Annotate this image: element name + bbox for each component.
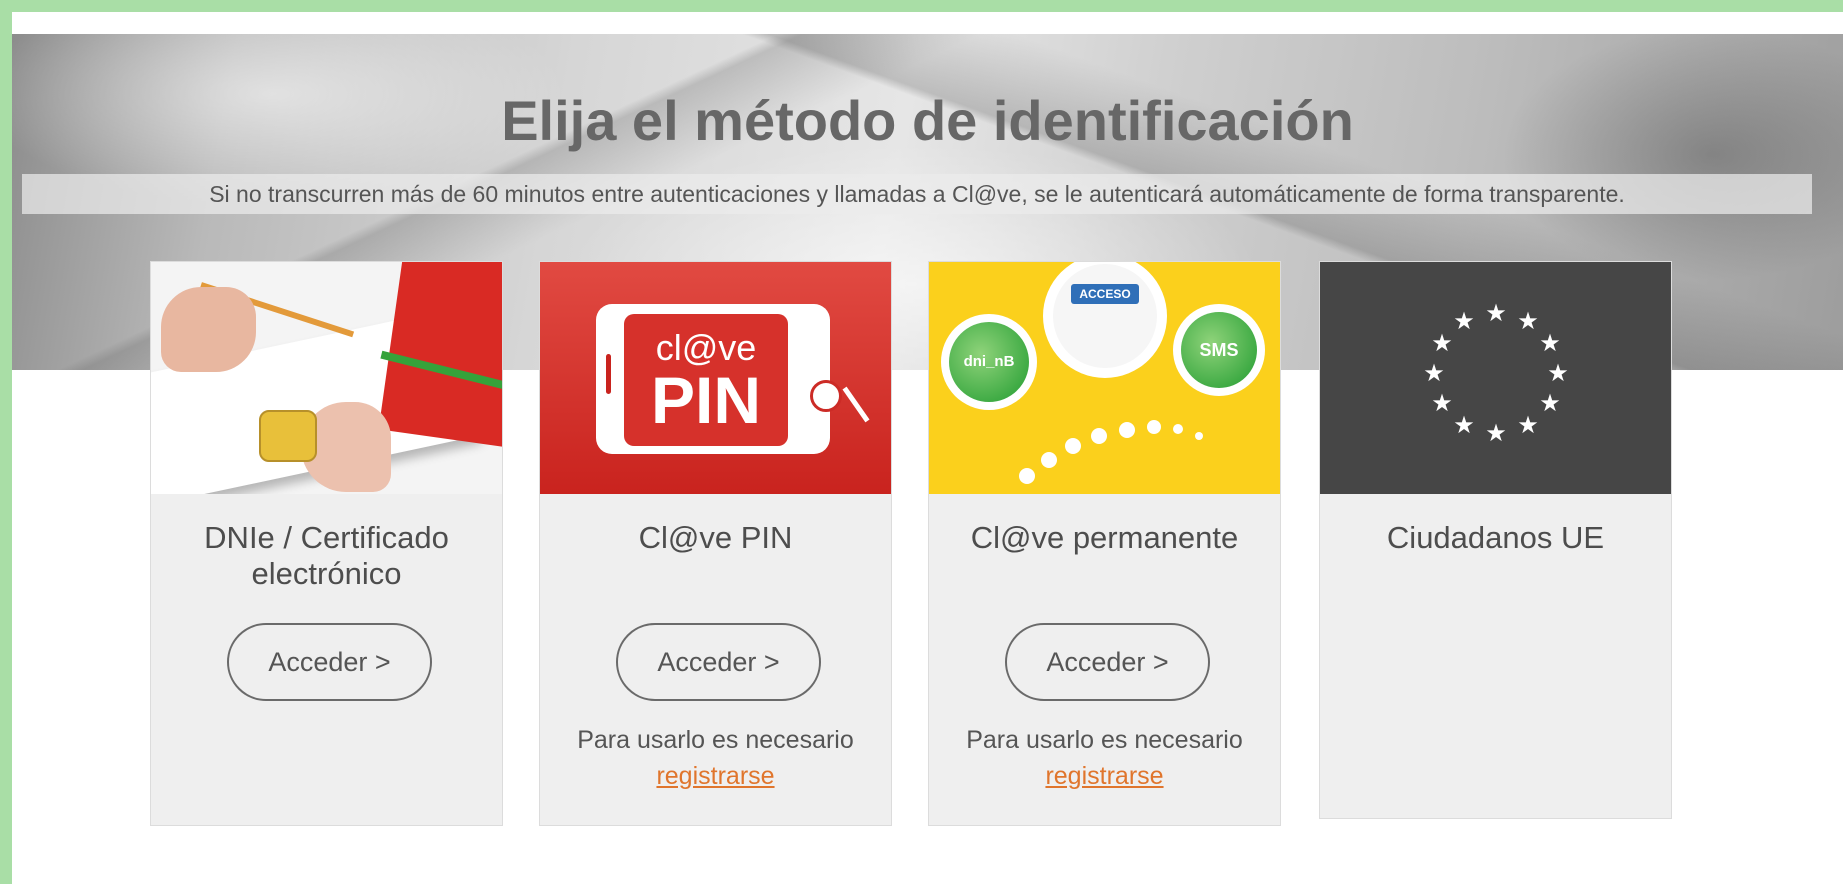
clave-pin-acceder-button[interactable]: Acceder > <box>616 623 821 701</box>
card-title: DNIe / Certificado electrónico <box>204 520 449 591</box>
register-note-text: Para usarlo es necesario <box>966 726 1243 754</box>
clave-pin-image: cl@ve PIN <box>540 262 891 494</box>
card-dnie: DNIe / Certificado electrónico Acceder > <box>150 261 503 826</box>
register-note: Para usarlo es necesario registrarse <box>929 722 1280 794</box>
eu-star-icon: ★ <box>1517 308 1539 335</box>
card-title: Cl@ve permanente <box>970 520 1239 555</box>
eu-star-icon: ★ <box>1547 360 1569 387</box>
eu-star-icon: ★ <box>1423 360 1445 387</box>
eu-star-icon: ★ <box>1539 330 1561 357</box>
page-subtitle: Si no transcurren más de 60 minutos entr… <box>22 174 1812 214</box>
eu-star-icon: ★ <box>1539 390 1561 417</box>
clave-permanente-register-link[interactable]: registrarse <box>1045 762 1163 790</box>
card-clave-pin: cl@ve PIN Cl@ve PIN Acceder > Para usarl… <box>539 261 892 826</box>
eu-star-icon: ★ <box>1431 330 1453 357</box>
eu-flag-image: ★ ★ ★ ★ ★ ★ ★ ★ ★ ★ ★ ★ <box>1320 262 1671 494</box>
clave-logo-text: cl@ve <box>655 327 757 368</box>
card-title: Ciudadanos UE <box>1386 520 1605 555</box>
clave-permanente-acceder-button[interactable]: Acceder > <box>1005 623 1210 701</box>
card-ciudadanos-ue[interactable]: ★ ★ ★ ★ ★ ★ ★ ★ ★ ★ ★ ★ Ciudadanos UE <box>1319 261 1672 819</box>
eu-star-icon: ★ <box>1485 420 1507 447</box>
dni-bubble: dni_nB <box>941 314 1037 410</box>
register-note-text: Para usarlo es necesario <box>577 726 854 754</box>
page: Elija el método de identificación Si no … <box>12 12 1843 884</box>
eu-star-icon: ★ <box>1453 308 1475 335</box>
eu-star-icon: ★ <box>1485 300 1507 327</box>
dnie-image <box>151 262 502 494</box>
page-title: Elija el método de identificación <box>501 89 1354 152</box>
card-clave-permanente: dni_nB ACCESO SMS Cl@ve permanente Acced… <box>928 261 1281 826</box>
eu-star-icon: ★ <box>1453 412 1475 439</box>
card-title: Cl@ve PIN <box>638 520 793 555</box>
acceso-bubble: ACCESO <box>1043 262 1167 378</box>
clave-permanente-image: dni_nB ACCESO SMS <box>929 262 1280 494</box>
dnie-acceder-button[interactable]: Acceder > <box>227 623 432 701</box>
clave-pin-register-link[interactable]: registrarse <box>656 762 774 790</box>
pin-logo-text: PIN <box>650 363 762 437</box>
keys-icon <box>810 380 842 412</box>
eu-star-icon: ★ <box>1431 390 1453 417</box>
sms-bubble: SMS <box>1173 304 1265 396</box>
eu-star-icon: ★ <box>1517 412 1539 439</box>
register-note: Para usarlo es necesario registrarse <box>540 722 891 794</box>
chip-icon <box>259 410 317 462</box>
